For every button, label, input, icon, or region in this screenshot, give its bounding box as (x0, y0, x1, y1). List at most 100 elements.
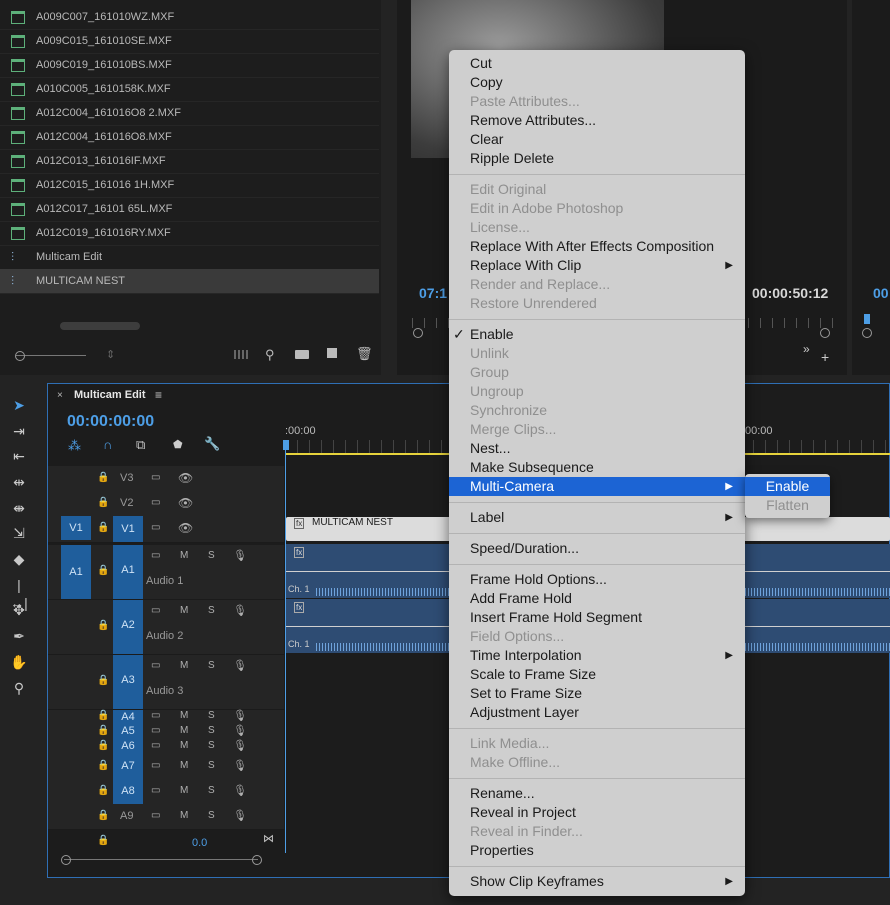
playhead-handle-icon[interactable] (283, 440, 289, 450)
voiceover-mic-icon[interactable]: 🎙 (233, 709, 247, 722)
zoom-tool-icon[interactable]: ⚲ (10, 679, 28, 697)
track-target-a1[interactable]: A1 (113, 545, 143, 599)
toggle-track-output-icon[interactable]: 👁 (178, 496, 193, 510)
menu-item-time-interpolation[interactable]: Time Interpolation ▶ (449, 646, 745, 665)
source-ruler-handle-right[interactable] (820, 328, 830, 338)
menu-item-merge-clips[interactable]: Merge Clips... (449, 420, 745, 439)
menu-item-adjustment-layer[interactable]: Adjustment Layer (449, 703, 745, 722)
scrollbar-handle-left[interactable] (61, 855, 71, 865)
timeline-tab[interactable]: Multicam Edit (74, 389, 146, 401)
settings-wrench-icon[interactable]: 🔧 (204, 436, 220, 452)
track-header-a4[interactable] (48, 710, 284, 725)
pen-icon[interactable]: ✒ (10, 627, 28, 645)
slide-tool-icon[interactable]: |↔| (10, 576, 28, 611)
project-item[interactable]: A012C004_161016O8.MXF (0, 125, 379, 150)
menu-item-replace-clip[interactable]: Replace With Clip ▶ (449, 256, 745, 275)
track-target-a6[interactable]: A6 (113, 739, 143, 754)
master-lock-icon[interactable]: 🔒 (97, 835, 109, 846)
toggle-sync-lock-icon[interactable]: ▭ (151, 760, 160, 771)
menu-item-paste-attributes[interactable]: Paste Attributes... (449, 92, 745, 111)
menu-item-properties[interactable]: Properties (449, 841, 745, 860)
solo-button[interactable]: S (208, 660, 215, 671)
snap-icon[interactable]: ∩ (103, 437, 112, 452)
menu-item-speed-duration[interactable]: Speed/Duration... (449, 539, 745, 558)
menu-item-set-frame[interactable]: Set to Frame Size (449, 684, 745, 703)
menu-item-restore-unrendered[interactable]: Restore Unrendered (449, 294, 745, 313)
project-item[interactable]: A012C013_161016IF.MXF (0, 149, 379, 174)
menu-item-reveal-project[interactable]: Reveal in Project (449, 803, 745, 822)
project-item[interactable]: A012C015_161016 1H.MXF (0, 173, 379, 198)
project-item[interactable]: A012C017_16101 65L.MXF (0, 197, 379, 222)
menu-item-frame-hold-options[interactable]: Frame Hold Options... (449, 570, 745, 589)
menu-item-enable[interactable]: Enable ✓ (449, 325, 745, 344)
menu-item-cut[interactable]: Cut (449, 54, 745, 73)
rate-stretch-tool-icon[interactable]: ⇼ (10, 499, 28, 517)
new-bin-icon[interactable] (295, 350, 309, 359)
menu-item-ripple-delete[interactable]: Ripple Delete (449, 149, 745, 168)
menu-item-link-media[interactable]: Link Media... (449, 734, 745, 753)
solo-button[interactable]: S (208, 760, 215, 771)
menu-item-remove-attributes[interactable]: Remove Attributes... (449, 111, 745, 130)
toggle-sync-lock-icon[interactable]: ▭ (151, 550, 160, 561)
lock-icon[interactable]: 🔒 (97, 810, 109, 821)
menu-item-ungroup[interactable]: Ungroup (449, 382, 745, 401)
source-ruler-handle-left[interactable] (413, 328, 423, 338)
solo-button[interactable]: S (208, 725, 215, 736)
menu-item-replace-ae[interactable]: Replace With After Effects Composition (449, 237, 745, 256)
toggle-sync-lock-icon[interactable]: ▭ (151, 725, 160, 736)
lock-icon[interactable]: 🔒 (97, 710, 109, 721)
toggle-sync-lock-icon[interactable]: ▭ (151, 472, 160, 483)
menu-item-reveal-finder[interactable]: Reveal in Finder... (449, 822, 745, 841)
lock-icon[interactable]: 🔒 (97, 760, 109, 771)
track-header-a3[interactable] (48, 655, 284, 710)
track-target-v1[interactable]: V1 (113, 516, 143, 542)
toggle-sync-lock-icon[interactable]: ▭ (151, 605, 160, 616)
mute-button[interactable]: M (180, 760, 188, 771)
menu-item-add-frame-hold[interactable]: Add Frame Hold (449, 589, 745, 608)
track-header-a5[interactable] (48, 724, 284, 740)
lock-icon[interactable]: 🔒 (97, 675, 109, 686)
linked-selection-icon[interactable]: ⧉ (136, 437, 145, 453)
project-item[interactable]: ⫶ MULTICAM NEST (0, 269, 379, 294)
source-patch-a1[interactable]: A1 (61, 545, 91, 599)
program-timecode[interactable]: 00 (873, 285, 889, 301)
hand-tool-icon[interactable]: ✋ (10, 653, 28, 671)
track-header-a8[interactable] (48, 779, 284, 805)
lock-icon[interactable]: 🔒 (97, 620, 109, 631)
menu-item-copy[interactable]: Copy (449, 73, 745, 92)
menu-item-rename[interactable]: Rename... (449, 784, 745, 803)
toggle-sync-lock-icon[interactable]: ▭ (151, 810, 160, 821)
toggle-sync-lock-icon[interactable]: ▭ (151, 710, 160, 721)
solo-button[interactable]: S (208, 550, 215, 561)
razor-tool-icon[interactable]: ⇲ (10, 524, 28, 542)
source-timecode-right[interactable]: 00:00:50:12 (752, 285, 828, 301)
menu-item-clear[interactable]: Clear (449, 130, 745, 149)
voiceover-mic-icon[interactable]: 🎙 (233, 659, 247, 672)
sort-icon[interactable]: ⇕ (106, 348, 115, 361)
lock-icon[interactable]: 🔒 (97, 497, 109, 508)
source-timecode-left[interactable]: 07:1 (419, 285, 447, 301)
menu-item-scale-frame[interactable]: Scale to Frame Size (449, 665, 745, 684)
lock-icon[interactable]: 🔒 (97, 740, 109, 751)
track-target-a7[interactable]: A7 (113, 754, 143, 779)
solo-button[interactable]: S (208, 740, 215, 751)
voiceover-mic-icon[interactable]: 🎙 (233, 549, 247, 562)
track-header-v2[interactable] (48, 491, 284, 517)
menu-item-show-keyframes[interactable]: Show Clip Keyframes ▶ (449, 872, 745, 891)
timeline-timecode[interactable]: 00:00:00:00 (67, 413, 154, 431)
voiceover-mic-icon[interactable]: 🎙 (233, 739, 247, 752)
mute-button[interactable]: M (180, 785, 188, 796)
project-scrollbar[interactable] (60, 322, 140, 330)
track-target-a8[interactable]: A8 (113, 779, 143, 804)
lock-icon[interactable]: 🔒 (97, 785, 109, 796)
master-volume[interactable]: 0.0 (192, 837, 207, 849)
submenu-flatten[interactable]: Flatten (745, 496, 830, 515)
nest-toggle-icon[interactable]: ⁂ (68, 438, 81, 454)
end-marker-icon[interactable]: ⋈ (263, 832, 274, 845)
track-header-a6[interactable] (48, 739, 284, 755)
add-button-icon[interactable]: + (821, 349, 829, 365)
voiceover-mic-icon[interactable]: 🎙 (233, 784, 247, 797)
scrollbar-handle-right[interactable] (252, 855, 262, 865)
toggle-track-output-icon[interactable]: 👁 (178, 521, 193, 535)
program-ruler-handle[interactable] (862, 328, 872, 338)
